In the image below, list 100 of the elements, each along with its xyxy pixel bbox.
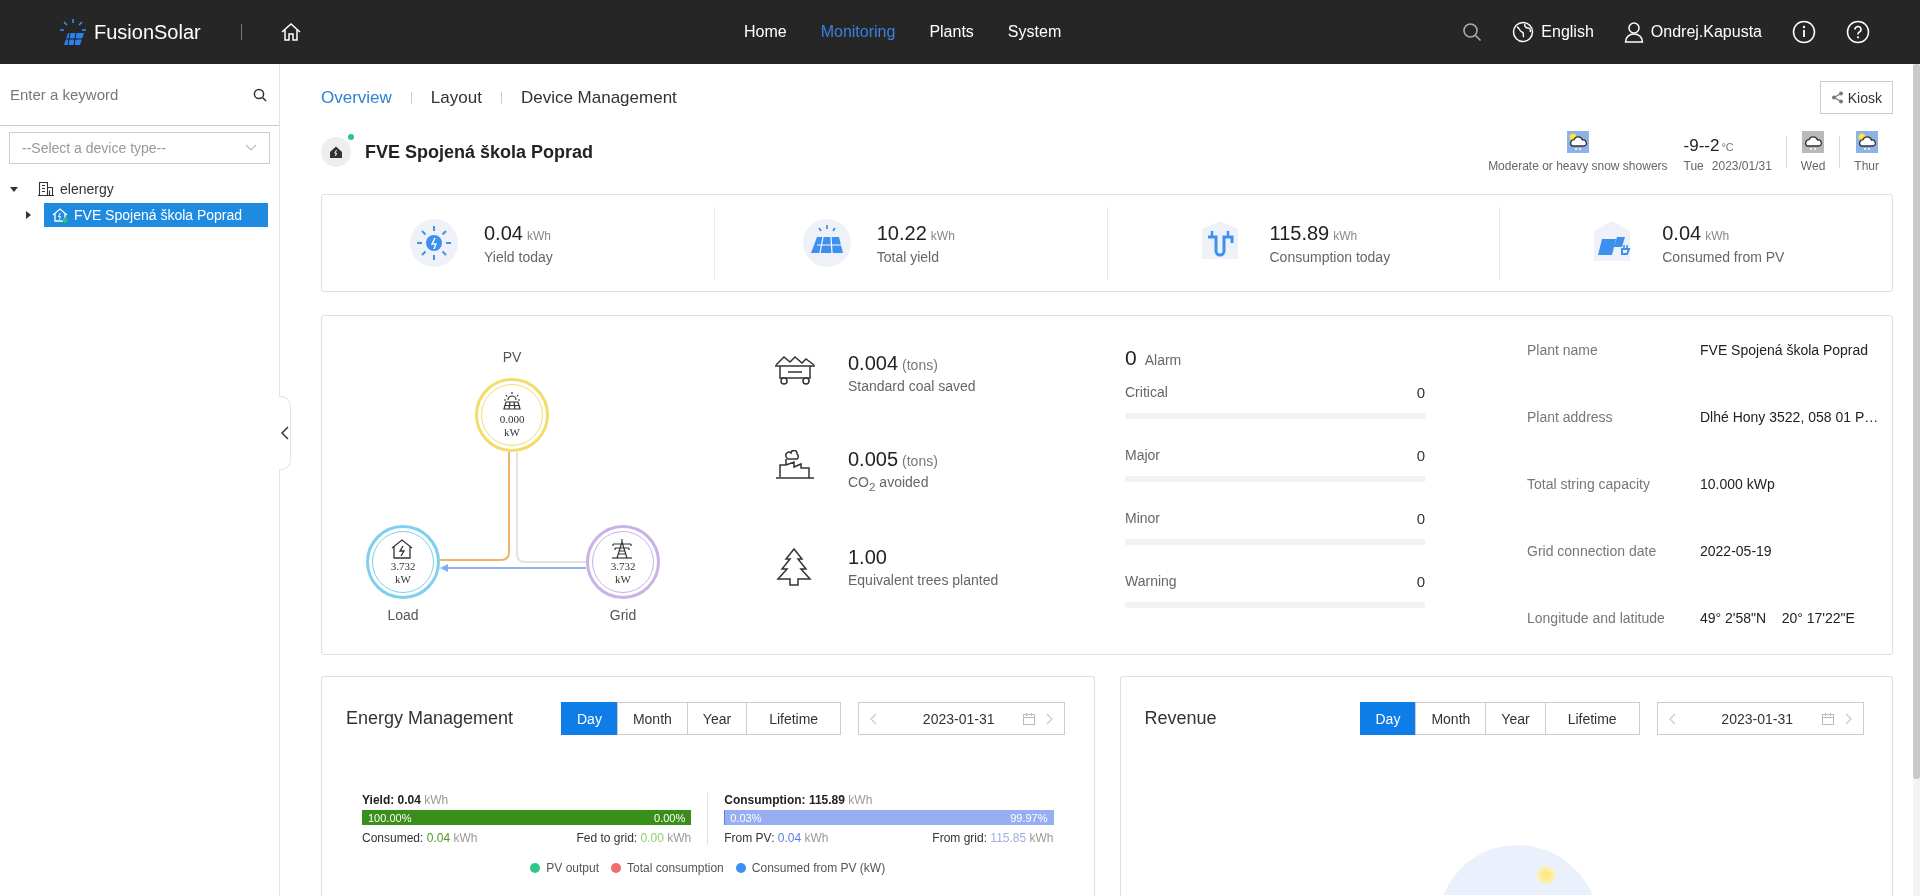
- environment-label: Standard coal saved: [848, 378, 976, 394]
- scrollbar[interactable]: [1913, 64, 1920, 896]
- help-icon: [1846, 20, 1870, 44]
- tab[interactable]: Device Management: [520, 88, 677, 108]
- calendar-icon: [1820, 711, 1835, 726]
- period-tab[interactable]: Year: [1485, 702, 1546, 735]
- date-picker[interactable]: 2023-01-31: [1656, 702, 1864, 735]
- collapse-handle[interactable]: [279, 395, 291, 470]
- percent-label: 0.03%: [730, 811, 762, 824]
- nav-link[interactable]: Home: [727, 23, 804, 41]
- kpi-value: 10.22: [876, 221, 927, 244]
- info-value: FVE Spojená škola Poprad: [1700, 342, 1869, 360]
- search-icon: [1462, 22, 1483, 42]
- info-label: Longitude and latitude: [1527, 610, 1666, 628]
- kpi-unit: kWh: [1705, 228, 1730, 243]
- nav-link[interactable]: Monitoring: [803, 23, 913, 41]
- alarm-value: 0: [1416, 573, 1425, 590]
- kpi-unit: kWh: [930, 228, 955, 243]
- environment-label: Equivalent trees planted: [848, 572, 999, 588]
- chevron-left-icon: [1667, 712, 1676, 725]
- period-tab[interactable]: Day: [1359, 702, 1417, 735]
- alarm-label: Alarm: [1144, 352, 1182, 368]
- share-icon: [1830, 91, 1844, 104]
- bar-heading: Consumption: 115.89 kWh: [724, 793, 874, 807]
- alarm-value: 0: [1416, 384, 1425, 401]
- tree-item[interactable]: elenergy: [30, 177, 254, 201]
- environment-value: 0.004: [848, 352, 899, 374]
- kpi-unit: kWh: [1333, 228, 1358, 243]
- chevron-left-icon: [869, 712, 878, 725]
- bar-detail: Consumed: 0.04 kWh: [362, 831, 478, 845]
- house-icon: [52, 207, 68, 223]
- sun-icon: [408, 217, 460, 269]
- tab[interactable]: Layout: [430, 88, 482, 108]
- globe-icon: [1512, 21, 1535, 43]
- period-tab[interactable]: Lifetime: [746, 702, 842, 735]
- alarm-severity: Warning: [1125, 573, 1177, 590]
- info-value: Dlhé Hony 3522, 058 01 P…: [1700, 409, 1879, 427]
- flow-value: 3.732: [390, 560, 416, 573]
- environment-value: 1.00: [848, 546, 887, 568]
- flow-unit: kW: [395, 573, 411, 586]
- brand-name: FusionSolar: [94, 20, 201, 44]
- user-icon: [1623, 21, 1644, 43]
- caret-down-icon[interactable]: [10, 185, 18, 193]
- kpi-value: 115.89: [1269, 221, 1330, 244]
- kiosk-button[interactable]: Kiosk: [1819, 81, 1893, 114]
- tab[interactable]: Overview: [321, 88, 392, 108]
- legend-label: Total consumption: [627, 861, 724, 875]
- date-picker[interactable]: 2023-01-31: [858, 702, 1066, 735]
- weather-condition: Moderate or heavy snow showers: [1488, 159, 1668, 173]
- chevron-right-icon: [1844, 712, 1853, 725]
- alarm-value: 0: [1416, 447, 1425, 464]
- kpi-label: Consumed from PV: [1662, 248, 1785, 265]
- legend-label: PV output: [546, 861, 600, 875]
- card-title: Energy Management: [346, 708, 515, 729]
- tree-item[interactable]: FVE Spojená škola Poprad: [44, 203, 268, 227]
- weekday-label: Tue: [1683, 159, 1704, 173]
- environment-value: 0.005: [848, 447, 899, 470]
- legend-label: Consumed from PV (kW): [751, 861, 886, 875]
- sun-cloud-icon: [1566, 131, 1589, 153]
- percent-label: 0.00%: [654, 811, 686, 824]
- period-tab[interactable]: Month: [616, 702, 688, 735]
- period-tab[interactable]: Month: [1415, 702, 1487, 735]
- language-selector[interactable]: English: [1541, 23, 1594, 41]
- weekday-label: Wed: [1800, 159, 1826, 173]
- flow-value: 3.732: [610, 560, 636, 573]
- caret-right-icon[interactable]: [24, 211, 32, 219]
- temperature: -9--2: [1683, 136, 1720, 155]
- period-tab[interactable]: Year: [686, 702, 748, 735]
- nav-link[interactable]: System: [990, 23, 1079, 41]
- environment-label: CO$_{2}$ avoided: [848, 473, 930, 493]
- chevron-left-icon: [280, 425, 289, 440]
- period-tab[interactable]: Lifetime: [1544, 702, 1640, 735]
- plant-name: FVE Spojená škola Poprad: [365, 141, 594, 163]
- flow-label: Load: [386, 607, 420, 623]
- info-icon: [1792, 20, 1816, 44]
- alarm-severity: Major: [1125, 447, 1160, 464]
- bar-detail: From PV: 0.04 kWh: [724, 831, 829, 845]
- user-name[interactable]: Ondrej.Kapusta: [1650, 23, 1762, 41]
- info-label: Total string capacity: [1527, 476, 1651, 494]
- period-tab[interactable]: Day: [561, 702, 618, 735]
- alarm-count: 0: [1125, 346, 1137, 370]
- search-field[interactable]: Enter a keyword: [8, 85, 249, 104]
- nav-link[interactable]: Plants: [912, 23, 991, 41]
- calendar-icon: [1022, 711, 1037, 726]
- percent-label: 99.97%: [1010, 811, 1048, 824]
- bar-heading: Yield: 0.04 kWh: [362, 793, 450, 807]
- card-title: Revenue: [1144, 708, 1218, 729]
- info-value: 2022-05-19: [1700, 543, 1772, 561]
- info-value: 10.000 kWp: [1700, 476, 1775, 494]
- weekday-label: Thur: [1854, 159, 1879, 173]
- flow-label: Grid: [608, 607, 638, 623]
- flow-unit: kW: [615, 573, 631, 586]
- cloud-icon: [1802, 131, 1825, 153]
- solar-panel-icon: [800, 217, 853, 269]
- alarm-value: 0: [1416, 510, 1425, 527]
- flow-value: 0.000: [499, 413, 525, 426]
- house-icon: [329, 145, 343, 159]
- kpi-unit: kWh: [526, 228, 551, 243]
- flow-label: PV: [501, 349, 523, 365]
- search-icon: [253, 87, 267, 102]
